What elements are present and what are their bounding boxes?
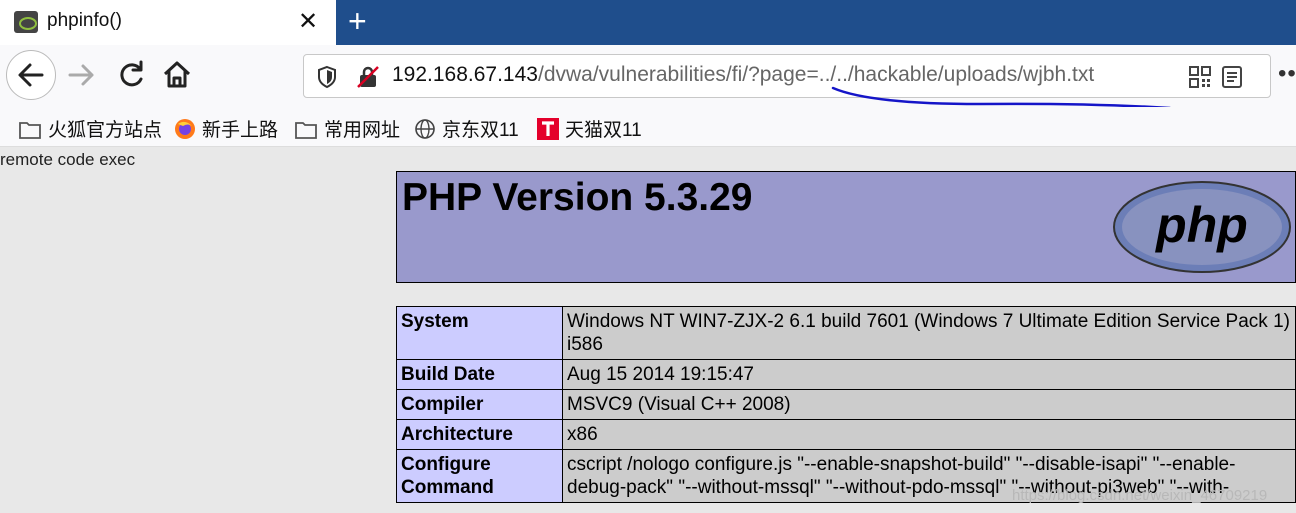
bookmark-label: 京东双11 xyxy=(442,120,519,141)
bookmark-label: 火狐官方站点 xyxy=(48,120,163,141)
qr-code-icon[interactable] xyxy=(1188,65,1212,89)
row-key: Architecture xyxy=(396,419,563,450)
bookmark-label: 常用网址 xyxy=(324,120,401,141)
firefox-icon xyxy=(175,119,195,139)
tracking-shield-icon[interactable] xyxy=(316,65,338,89)
bookmark-firefox-official[interactable]: 火狐官方站点 xyxy=(18,115,162,142)
page-content: remote code exec PHP Version 5.3.29 php … xyxy=(0,147,1296,513)
row-value: Windows NT WIN7-ZJX-2 6.1 build 7601 (Wi… xyxy=(562,306,1296,360)
include-output-text: remote code exec xyxy=(0,150,136,169)
bookmark-jd-double11[interactable]: 京东双11 xyxy=(414,115,519,142)
reader-view-icon[interactable] xyxy=(1221,65,1243,89)
tab-close-icon[interactable]: ✕ xyxy=(298,6,318,38)
url-text[interactable]: 192.168.67.143/dvwa/vulnerabilities/fi/?… xyxy=(392,63,1094,87)
php-logo: php xyxy=(1113,181,1291,273)
back-arrow-icon xyxy=(18,63,44,87)
bookmark-label: 新手上路 xyxy=(202,120,279,141)
table-row: System Windows NT WIN7-ZJX-2 6.1 build 76… xyxy=(396,306,1296,360)
overflow-menu-icon[interactable]: •• xyxy=(1278,62,1296,86)
navigation-bar: 192.168.67.143/dvwa/vulnerabilities/fi/?… xyxy=(0,45,1296,107)
bookmark-getting-started[interactable]: 新手上路 xyxy=(174,115,278,142)
tab-strip: phpinfo() ✕ + xyxy=(0,0,1296,45)
php-version-title: PHP Version 5.3.29 xyxy=(402,176,753,219)
globe-icon xyxy=(415,119,435,139)
bookmarks-toolbar: 火狐官方站点 新手上路 常用网址 京东双11 天猫双11 xyxy=(0,107,1296,147)
row-key: Build Date xyxy=(396,359,563,390)
tab-phpinfo[interactable]: phpinfo() ✕ xyxy=(0,0,336,45)
table-row: Compiler MSVC9 (Visual C++ 2008) xyxy=(396,389,1296,420)
bookmark-common-sites[interactable]: 常用网址 xyxy=(294,115,400,142)
folder-icon xyxy=(295,122,317,139)
row-value: MSVC9 (Visual C++ 2008) xyxy=(562,389,1296,420)
insecure-lock-icon[interactable] xyxy=(356,65,382,89)
row-key: System xyxy=(396,306,563,360)
bookmark-label: 天猫双11 xyxy=(565,120,642,141)
php-logo-text: php xyxy=(1154,197,1248,253)
bookmark-tmall-double11[interactable]: 天猫双11 xyxy=(537,115,642,142)
tmall-icon xyxy=(537,118,559,140)
url-host: 192.168.67.143 xyxy=(392,63,538,86)
table-row: Build Date Aug 15 2014 19:15:47 xyxy=(396,359,1296,390)
new-tab-button[interactable]: + xyxy=(348,2,367,40)
row-key: Configure Command xyxy=(396,449,563,503)
back-button[interactable] xyxy=(6,50,56,100)
row-value: x86 xyxy=(562,419,1296,450)
php-version-header: PHP Version 5.3.29 php xyxy=(396,171,1296,283)
row-value: Aug 15 2014 19:15:47 xyxy=(562,359,1296,390)
home-icon[interactable] xyxy=(160,57,194,93)
watermark-text: https://blog.csdn.net/weixin_46709219 xyxy=(1012,487,1268,504)
address-bar[interactable]: 192.168.67.143/dvwa/vulnerabilities/fi/?… xyxy=(303,54,1271,98)
phpinfo-table: System Windows NT WIN7-ZJX-2 6.1 build 76… xyxy=(396,306,1296,503)
row-key: Compiler xyxy=(396,389,563,420)
folder-icon xyxy=(19,122,41,139)
url-path: /dvwa/vulnerabilities/fi/?page=../../hac… xyxy=(537,63,1095,86)
tab-title: phpinfo() xyxy=(47,10,122,31)
reload-icon[interactable] xyxy=(114,57,148,93)
forward-arrow-icon[interactable] xyxy=(64,57,100,93)
php-favicon-icon xyxy=(14,11,38,33)
table-row: Architecture x86 xyxy=(396,419,1296,450)
